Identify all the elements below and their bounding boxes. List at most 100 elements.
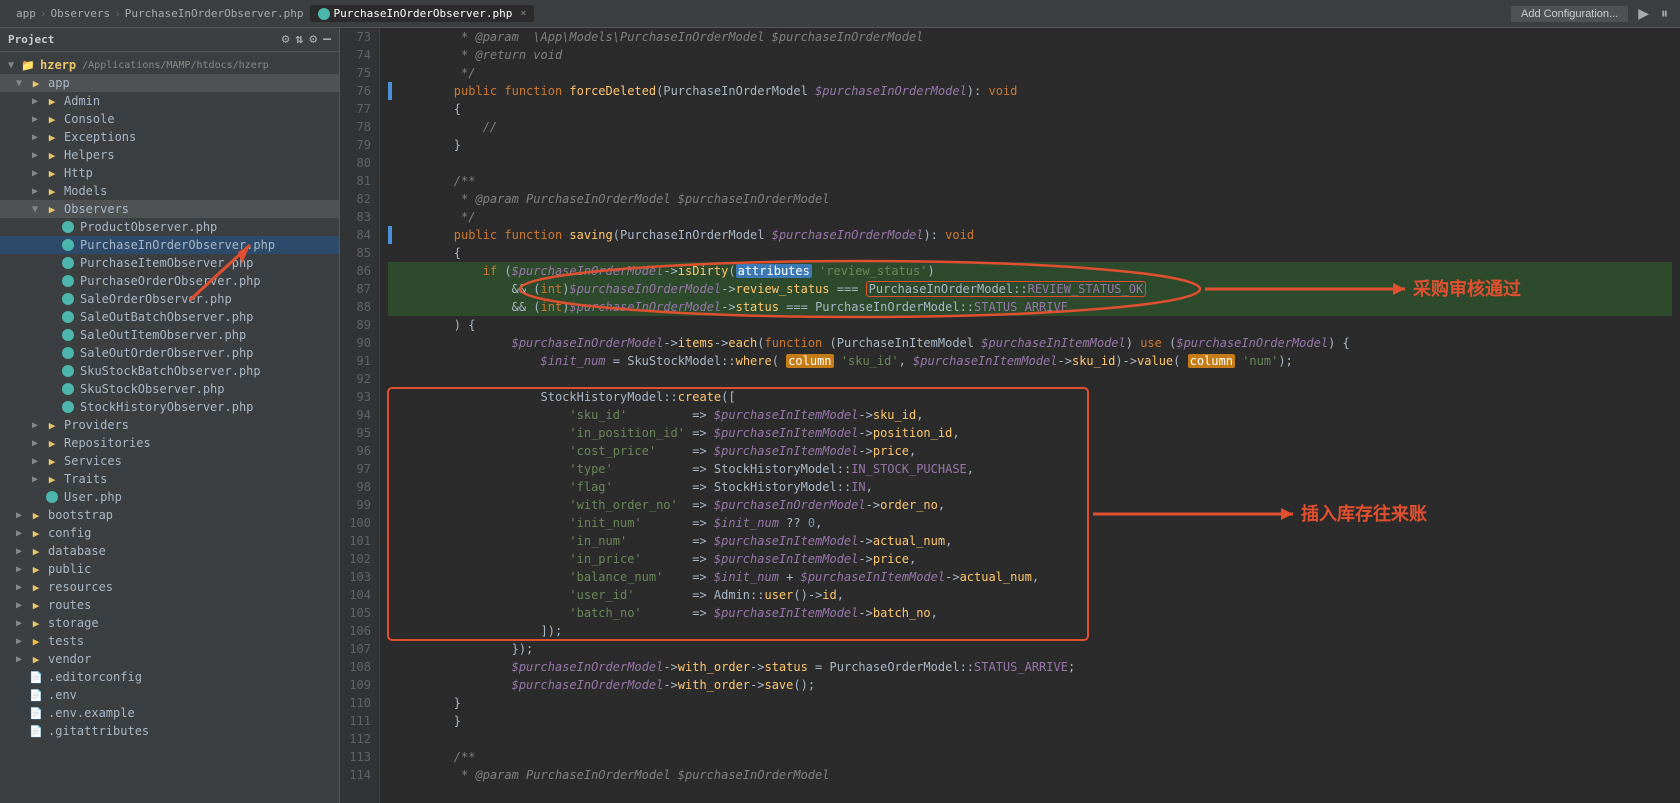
sidebar-item-tests[interactable]: ▶▶ tests — [0, 632, 339, 650]
run-button[interactable]: ▶ — [1634, 5, 1653, 22]
sidebar-item-resources[interactable]: ▶▶ resources — [0, 578, 339, 596]
code-line-78: // — [388, 118, 1672, 136]
no-bookmark-113 — [388, 748, 392, 766]
no-bookmark-109 — [388, 676, 392, 694]
no-bookmark-78 — [388, 118, 392, 136]
sidebar-item-Repositories[interactable]: ▶▶ Repositories — [0, 434, 339, 452]
top-bar: app › Observers › PurchaseInOrderObserve… — [0, 0, 1680, 28]
spacer-ProductObserver — [48, 222, 60, 233]
sidebar-item-Http[interactable]: ▶▶ Http — [0, 164, 339, 182]
sidebar-item-Helpers[interactable]: ▶▶ Helpers — [0, 146, 339, 164]
tab-close-btn[interactable]: × — [520, 8, 526, 19]
sidebar-item-gitattributes[interactable]: 📄.gitattributes — [0, 722, 339, 740]
item-label-Exceptions: Exceptions — [64, 130, 136, 144]
php-icon-SaleOutItemObserver — [60, 329, 76, 341]
folder-icon-vendor: ▶ — [28, 653, 44, 665]
collapse-icon[interactable]: — — [323, 32, 331, 47]
item-label-PurchaseInOrderObserver: PurchaseInOrderObserver.php — [80, 238, 275, 252]
no-bookmark-110 — [388, 694, 392, 712]
sidebar-item-public[interactable]: ▶▶ public — [0, 560, 339, 578]
line-num-93: 93 — [348, 388, 371, 406]
sidebar-item-Providers[interactable]: ▶▶ Providers — [0, 416, 339, 434]
sidebar-item-PurchaseOrderObserver[interactable]: PurchaseOrderObserver.php — [0, 272, 339, 290]
no-bookmark-114 — [388, 766, 392, 784]
settings-icon[interactable]: ⚙ — [282, 32, 290, 47]
sidebar-item-env[interactable]: 📄.env — [0, 686, 339, 704]
sidebar-item-Models[interactable]: ▶▶ Models — [0, 182, 339, 200]
line-num-100: 100 — [348, 514, 371, 532]
item-label-vendor: vendor — [48, 652, 91, 666]
no-bookmark-105 — [388, 604, 392, 622]
spacer-SkuStockObserver — [48, 384, 60, 395]
sidebar-item-hzerp[interactable]: ▼ 📁 hzerp /Applications/MAMP/htdocs/hzer… — [0, 56, 339, 74]
arrow-Helpers: ▶ — [32, 150, 44, 161]
no-bookmark-95 — [388, 424, 392, 442]
sidebar-item-app[interactable]: ▼▶ app — [0, 74, 339, 92]
sidebar-item-SaleOutOrderObserver[interactable]: SaleOutOrderObserver.php — [0, 344, 339, 362]
sidebar-item-SkuStockBatchObserver[interactable]: SkuStockBatchObserver.php — [0, 362, 339, 380]
sidebar-item-Console[interactable]: ▶▶ Console — [0, 110, 339, 128]
php-icon-SkuStockBatchObserver — [60, 365, 76, 377]
sidebar-item-storage[interactable]: ▶▶ storage — [0, 614, 339, 632]
no-bookmark-81 — [388, 172, 392, 190]
sidebar-item-SaleOutBatchObserver[interactable]: SaleOutBatchObserver.php — [0, 308, 339, 326]
sidebar-item-Admin[interactable]: ▶▶ Admin — [0, 92, 339, 110]
no-bookmark-103 — [388, 568, 392, 586]
debug-button[interactable]: ⏸ — [1657, 5, 1672, 22]
sidebar-item-User[interactable]: User.php — [0, 488, 339, 506]
line-num-78: 78 — [348, 118, 371, 136]
code-line-111: } — [388, 712, 1672, 730]
code-line-81: /** — [388, 172, 1672, 190]
sidebar-item-StockHistoryObserver[interactable]: StockHistoryObserver.php — [0, 398, 339, 416]
arrow-bootstrap: ▶ — [16, 510, 28, 521]
code-line-82: * @param PurchaseInOrderModel $purchaseI… — [388, 190, 1672, 208]
arrow-resources: ▶ — [16, 582, 28, 593]
sidebar-item-Services[interactable]: ▶▶ Services — [0, 452, 339, 470]
sidebar-item-database[interactable]: ▶▶ database — [0, 542, 339, 560]
sidebar-item-PurchaseInOrderObserver[interactable]: PurchaseInOrderObserver.php — [0, 236, 339, 254]
line-num-99: 99 — [348, 496, 371, 514]
sidebar-item-vendor[interactable]: ▶▶ vendor — [0, 650, 339, 668]
sidebar-item-Exceptions[interactable]: ▶▶ Exceptions — [0, 128, 339, 146]
arrow-Services: ▶ — [32, 456, 44, 467]
code-line-114: * @param PurchaseInOrderModel $purchaseI… — [388, 766, 1672, 784]
item-label-PurchaseOrderObserver: PurchaseOrderObserver.php — [80, 274, 261, 288]
spacer-SaleOutOrderObserver — [48, 348, 60, 359]
arrow-app: ▼ — [16, 78, 28, 89]
code-body[interactable]: * @param \App\Models\PurchaseInOrderMode… — [380, 28, 1680, 803]
sidebar-item-SaleOrderObserver[interactable]: SaleOrderObserver.php — [0, 290, 339, 308]
item-label-bootstrap: bootstrap — [48, 508, 113, 522]
sidebar-item-Observers[interactable]: ▼▶ Observers — [0, 200, 339, 218]
sidebar-item-ProductObserver[interactable]: ProductObserver.php — [0, 218, 339, 236]
sidebar-item-routes[interactable]: ▶▶ routes — [0, 596, 339, 614]
line-num-107: 107 — [348, 640, 371, 658]
no-bookmark-77 — [388, 100, 392, 118]
arrow-Repositories: ▶ — [32, 438, 44, 449]
sidebar-item-PurchaseItemObserver[interactable]: PurchaseItemObserver.php — [0, 254, 339, 272]
sidebar-item-SkuStockObserver[interactable]: SkuStockObserver.php — [0, 380, 339, 398]
layout-icon[interactable]: ⇅ — [296, 32, 304, 47]
spacer-env-example — [16, 708, 28, 719]
line-num-82: 82 — [348, 190, 371, 208]
line-num-95: 95 — [348, 424, 371, 442]
sidebar-item-bootstrap[interactable]: ▶▶ bootstrap — [0, 506, 339, 524]
no-bookmark-92 — [388, 370, 392, 388]
sidebar-title: Project — [8, 33, 54, 46]
code-line-103: 'balance_num' => $init_num + $purchaseIn… — [388, 568, 1672, 586]
add-config-button[interactable]: Add Configuration... — [1511, 6, 1628, 22]
sidebar-item-Traits[interactable]: ▶▶ Traits — [0, 470, 339, 488]
sidebar-item-config[interactable]: ▶▶ config — [0, 524, 339, 542]
active-tab[interactable]: PurchaseInOrderObserver.php × — [310, 5, 535, 22]
folder-icon-public: ▶ — [28, 563, 44, 575]
spacer-PurchaseOrderObserver — [48, 276, 60, 287]
editor-area: 7374757677787980818283848586878889909192… — [340, 28, 1680, 803]
code-container[interactable]: 7374757677787980818283848586878889909192… — [340, 28, 1680, 803]
code-line-99: 'with_order_no' => $purchaseInOrderModel… — [388, 496, 1672, 514]
no-bookmark-94 — [388, 406, 392, 424]
folder-icon-storage: ▶ — [28, 617, 44, 629]
line-num-88: 88 — [348, 298, 371, 316]
sidebar-item-editorconfig[interactable]: 📄.editorconfig — [0, 668, 339, 686]
sidebar-item-SaleOutItemObserver[interactable]: SaleOutItemObserver.php — [0, 326, 339, 344]
config-icon[interactable]: ⚙ — [309, 32, 317, 47]
sidebar-item-env-example[interactable]: 📄.env.example — [0, 704, 339, 722]
